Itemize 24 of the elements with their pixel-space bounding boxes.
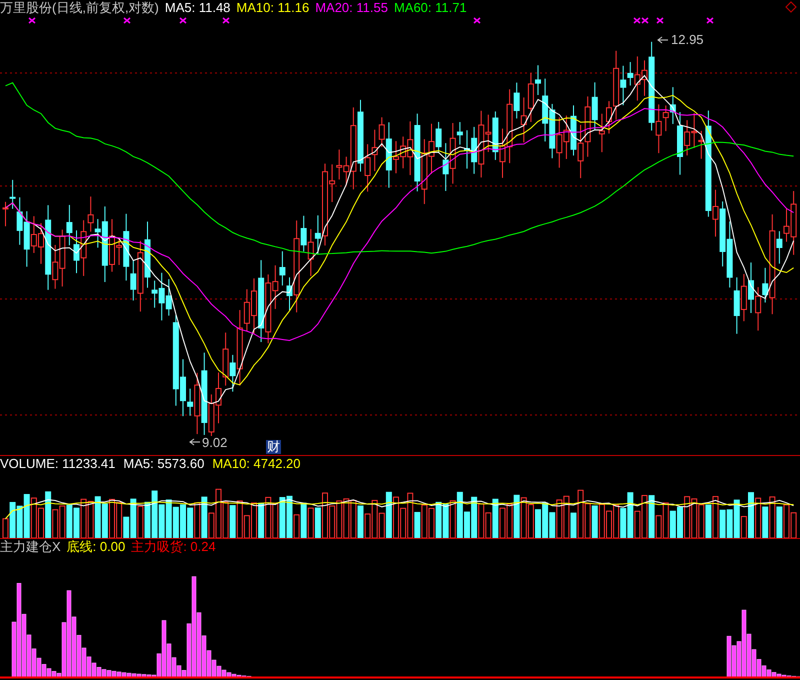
low-price-label: 9.02 <box>202 436 228 450</box>
cross-mark-icon <box>474 17 480 24</box>
moving-average-value: MA10: 11.16 <box>236 0 310 16</box>
volume-value: MA5: 5573.60 <box>123 456 204 472</box>
indicator-value: 底线: 0.00 <box>66 539 126 555</box>
cross-mark-icon <box>180 17 186 24</box>
leader-line <box>657 36 668 44</box>
indicator-value: 主力吸货: 0.24 <box>131 539 216 555</box>
chart-title: 万里股份(日线,前复权,对数) <box>0 0 159 16</box>
moving-average-value: MA20: 11.55 <box>315 0 388 16</box>
volume-value: MA10: 4742.20 <box>212 456 301 472</box>
cross-mark-icon <box>222 17 230 24</box>
indicator-title: 主力建仓X <box>0 539 61 555</box>
volume-value: VOLUME: 11233.41 <box>0 456 116 472</box>
diamond-icon <box>785 1 797 13</box>
event-marker: 财 <box>266 440 281 454</box>
cross-mark-icon <box>656 17 664 24</box>
moving-average-value: MA5: 11.48 <box>164 0 230 16</box>
moving-average-value: MA60: 11.71 <box>394 0 467 16</box>
cross-mark-icon <box>28 17 36 24</box>
high-price-label: 12.95 <box>671 33 704 47</box>
leader-line <box>189 438 200 446</box>
cross-mark-icon <box>706 17 714 24</box>
cross-mark-icon <box>124 17 130 24</box>
